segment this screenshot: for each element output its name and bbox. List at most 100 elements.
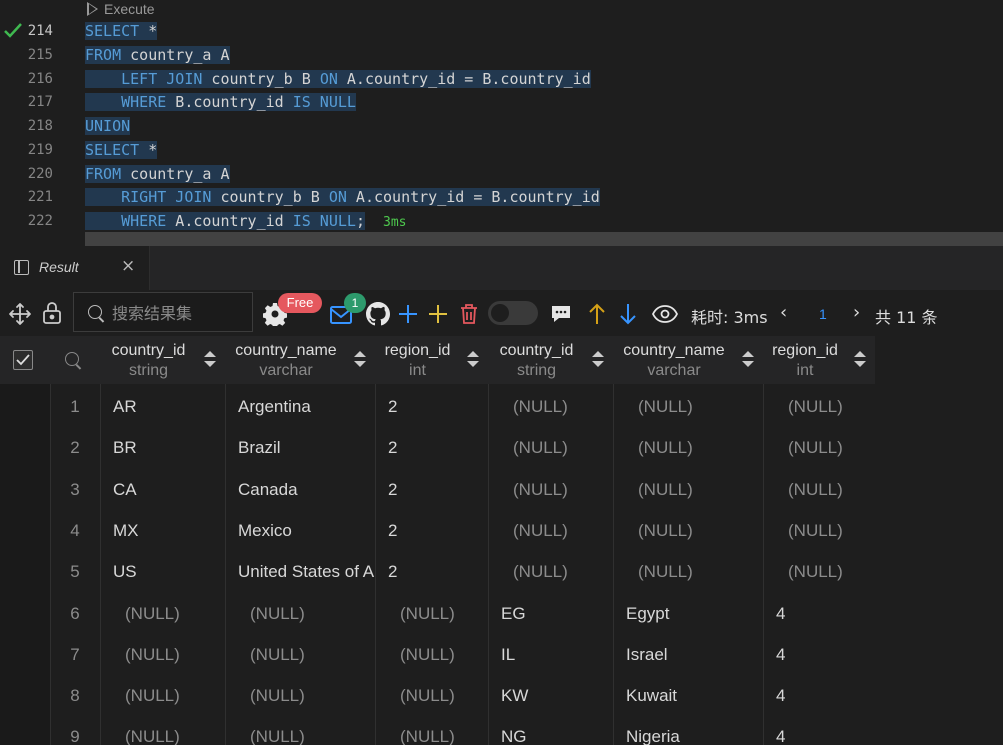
add-row-icon[interactable] [397, 303, 419, 325]
sort-icon[interactable] [204, 351, 216, 369]
table-cell[interactable]: (NULL) [125, 673, 225, 714]
github-icon[interactable] [366, 302, 390, 326]
table-cell[interactable]: AR [113, 384, 225, 425]
table-cell[interactable]: (NULL) [125, 714, 225, 745]
table-cell[interactable]: BR [113, 425, 225, 466]
eye-icon[interactable] [652, 304, 678, 324]
comment-icon[interactable] [550, 303, 572, 325]
table-row[interactable]: 8 (NULL) (NULL) (NULL) KW Kuwait 4 [0, 673, 825, 714]
table-cell[interactable]: (NULL) [125, 632, 225, 673]
search-result-box[interactable] [73, 292, 253, 332]
move-icon[interactable] [8, 302, 32, 326]
table-cell[interactable]: Canada [238, 467, 375, 508]
table-cell[interactable]: (NULL) [513, 467, 613, 508]
arrow-up-icon[interactable] [587, 302, 607, 326]
add-column-icon[interactable] [427, 303, 449, 325]
table-row[interactable]: 7 (NULL) (NULL) (NULL) IL Israel 4 [0, 632, 825, 673]
table-cell[interactable]: (NULL) [513, 425, 613, 466]
code-line[interactable]: 215 FROM country_a A [0, 43, 1003, 67]
sort-icon[interactable] [467, 351, 479, 369]
column-header-region-id[interactable]: region_id int [763, 336, 847, 384]
prev-page-button[interactable]: ‹ [780, 302, 787, 323]
toggle-switch[interactable] [488, 301, 538, 325]
table-cell[interactable]: 2 [388, 384, 488, 425]
table-cell[interactable]: (NULL) [788, 467, 875, 508]
sql-editor[interactable]: Execute 214 SELECT * 215 FROM country_a A 21… [0, 0, 1003, 246]
sort-icon[interactable] [592, 351, 604, 369]
select-all-checkbox[interactable] [13, 350, 33, 370]
table-cell[interactable]: (NULL) [400, 673, 488, 714]
column-search-icon[interactable] [65, 352, 79, 366]
table-cell[interactable]: (NULL) [788, 549, 875, 590]
table-cell[interactable]: EG [501, 591, 613, 632]
code-line[interactable]: 216 LEFT JOIN country_b B ON A.country_i… [0, 67, 1003, 91]
table-cell[interactable]: (NULL) [638, 467, 763, 508]
table-cell[interactable]: US [113, 549, 225, 590]
table-cell[interactable]: 2 [388, 467, 488, 508]
table-cell[interactable]: (NULL) [638, 425, 763, 466]
table-cell[interactable]: (NULL) [788, 508, 875, 549]
column-header-country-name[interactable]: country_name varchar [613, 336, 735, 384]
table-cell[interactable]: 4 [776, 632, 875, 673]
table-row[interactable]: 4 MX Mexico 2 (NULL) (NULL) (NULL) [0, 508, 843, 549]
table-cell[interactable]: Mexico [238, 508, 375, 549]
code-line[interactable]: 222 WHERE A.country_id IS NULL; 3ms [0, 209, 1003, 233]
execute-codelens[interactable]: Execute [87, 0, 155, 18]
table-cell[interactable]: KW [501, 673, 613, 714]
arrow-down-icon[interactable] [618, 302, 638, 326]
current-page[interactable]: 1 [819, 306, 827, 322]
column-header-region-id[interactable]: region_id int [375, 336, 460, 384]
code-line[interactable]: 217 WHERE B.country_id IS NULL [0, 90, 1003, 114]
code-line[interactable]: 220 FROM country_a A [0, 162, 1003, 186]
editor-horizontal-scrollbar[interactable] [85, 232, 1003, 246]
close-tab-icon[interactable]: × [121, 256, 135, 276]
code-line[interactable]: 219 SELECT * [0, 138, 1003, 162]
table-cell[interactable]: United States of A [238, 549, 375, 590]
sort-icon[interactable] [854, 351, 866, 369]
table-cell[interactable]: (NULL) [400, 632, 488, 673]
table-cell[interactable]: (NULL) [250, 714, 375, 745]
table-row[interactable]: 2 BR Brazil 2 (NULL) (NULL) (NULL) [0, 425, 843, 466]
table-cell[interactable]: (NULL) [400, 591, 488, 632]
execute-label[interactable]: Execute [104, 1, 155, 17]
table-cell[interactable]: (NULL) [638, 549, 763, 590]
table-cell[interactable]: (NULL) [513, 549, 613, 590]
table-cell[interactable]: (NULL) [250, 673, 375, 714]
table-cell[interactable]: 2 [388, 508, 488, 549]
sort-icon[interactable] [354, 351, 366, 369]
column-header-country-id[interactable]: country_id string [100, 336, 197, 384]
table-cell[interactable]: Brazil [238, 425, 375, 466]
table-row[interactable]: 5 US United States of A 2 (NULL) (NULL) (NULL) [0, 549, 843, 590]
table-cell[interactable]: (NULL) [513, 508, 613, 549]
table-cell[interactable]: Kuwait [626, 673, 763, 714]
table-row[interactable]: 3 CA Canada 2 (NULL) (NULL) (NULL) [0, 467, 843, 508]
table-cell[interactable]: IL [501, 632, 613, 673]
table-cell[interactable]: (NULL) [788, 384, 875, 425]
table-cell[interactable]: Argentina [238, 384, 375, 425]
table-cell[interactable]: (NULL) [638, 508, 763, 549]
table-cell[interactable]: CA [113, 467, 225, 508]
column-header-country-name[interactable]: country_name varchar [225, 336, 347, 384]
code-line[interactable]: 214 SELECT * [0, 19, 1003, 43]
table-cell[interactable]: Nigeria [626, 714, 763, 745]
code-line[interactable]: 221 RIGHT JOIN country_b B ON A.country_… [0, 185, 1003, 209]
table-cell[interactable]: 4 [776, 591, 875, 632]
table-row[interactable]: 1 AR Argentina 2 (NULL) (NULL) (NULL) [0, 384, 843, 425]
table-cell[interactable]: 4 [776, 673, 875, 714]
table-cell[interactable]: 4 [776, 714, 875, 745]
table-cell[interactable]: NG [501, 714, 613, 745]
tab-result[interactable]: Result × [0, 246, 150, 290]
sort-icon[interactable] [742, 351, 754, 369]
table-cell[interactable]: Israel [626, 632, 763, 673]
delete-icon[interactable] [458, 302, 480, 326]
code-line[interactable]: 218 UNION [0, 114, 1003, 138]
column-header-country-id[interactable]: country_id string [488, 336, 585, 384]
table-cell[interactable]: 2 [388, 549, 488, 590]
search-input[interactable] [110, 301, 250, 325]
table-cell[interactable]: Egypt [626, 591, 763, 632]
table-cell[interactable]: (NULL) [125, 591, 225, 632]
table-cell[interactable]: 2 [388, 425, 488, 466]
table-cell[interactable]: (NULL) [250, 632, 375, 673]
table-cell[interactable]: (NULL) [513, 384, 613, 425]
table-cell[interactable]: (NULL) [400, 714, 488, 745]
